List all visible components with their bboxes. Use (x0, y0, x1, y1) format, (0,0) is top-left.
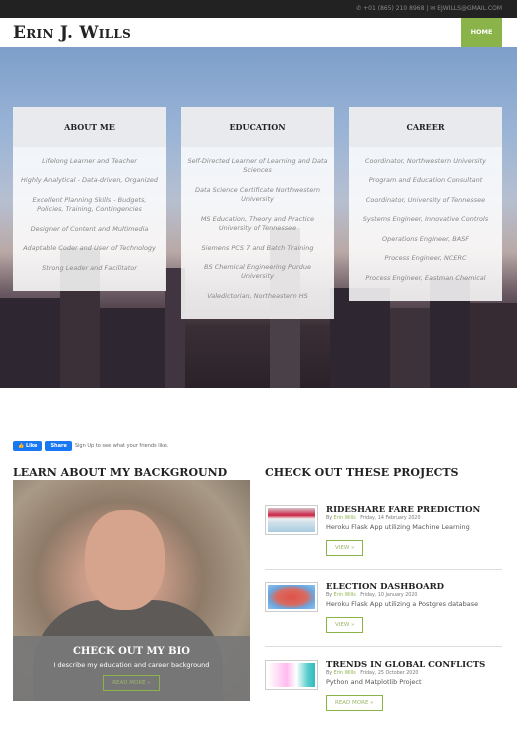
list-item: Program and Education Consultant (368, 176, 483, 185)
list-item: Self-Directed Learner of Learning and Da… (187, 157, 328, 175)
list-item: Operations Engineer, BASF (381, 234, 470, 243)
divider (265, 646, 502, 647)
list-item: Designer of Content and Multimedia (30, 224, 149, 233)
project-title[interactable]: TRENDS IN GLOBAL CONFLICTS (326, 660, 485, 670)
project-item: TRENDS IN GLOBAL CONFLICTS By Erin Wills… (265, 660, 502, 730)
logo[interactable]: Erin J. Wills (13, 23, 131, 43)
fb-share-button[interactable]: Share (45, 441, 72, 451)
list-item: Valedictorian, Northeastern HS (207, 291, 308, 300)
bio-title: CHECK OUT MY BIO (72, 646, 191, 657)
project-thumbnail[interactable] (265, 660, 318, 690)
project-desc: Heroku Flask App utilizing Machine Learn… (326, 523, 470, 531)
top-bar: ✆ +01 (865) 210 8968 | ✉ EJWILLS@GMAIL.C… (0, 0, 517, 18)
list-item: Coordinator, University of Tennessee (365, 195, 486, 204)
project-title[interactable]: RIDESHARE FARE PREDICTION (326, 505, 480, 515)
list-item: Strong Leader and Facilitator (42, 263, 137, 272)
list-item: Adaptable Coder and User of Technology (23, 244, 156, 253)
hero: ABOUT ME Lifelong Learner and Teacher Hig… (0, 47, 517, 388)
card-title: ABOUT ME (13, 107, 166, 147)
project-view-button[interactable]: VIEW » (326, 540, 364, 556)
project-title[interactable]: ELECTION DASHBOARD (326, 582, 444, 592)
list-item: BS Chemical Engineering Purdue Universit… (204, 262, 311, 281)
project-read-more-button[interactable]: READ MORE » (326, 695, 383, 711)
thumbs-up-icon: 👍 (18, 443, 26, 449)
fb-like-button[interactable]: 👍 Like (13, 441, 43, 451)
email-link[interactable]: EJWILLS@GMAIL.COM (437, 5, 502, 12)
list-item: Lifelong Learner and Teacher (42, 157, 137, 165)
list-item: Highly Analytical - Data-driven, Organiz… (21, 176, 158, 185)
fb-signup-text[interactable]: Sign Up to see what your friends like. (75, 443, 169, 449)
project-item: RIDESHARE FARE PREDICTION By Erin Wills … (265, 505, 502, 575)
facebook-widget: 👍 Like Share Sign Up to see what your fr… (13, 441, 168, 451)
bio-card: CHECK OUT MY BIO I describe my education… (13, 480, 250, 701)
bio-overlay: CHECK OUT MY BIO I describe my education… (13, 636, 250, 701)
project-thumbnail[interactable] (265, 505, 318, 535)
bio-read-more-button[interactable]: READ MORE » (103, 675, 160, 691)
project-view-button[interactable]: VIEW » (326, 617, 364, 633)
background-heading: LEARN ABOUT MY BACKGROUND (13, 466, 228, 479)
list-item: Systems Engineer, Innovative Controls (362, 215, 489, 224)
divider (265, 569, 502, 570)
card-title: CAREER (349, 107, 502, 147)
list-item: Process Engineer, Eastman Chemical (365, 273, 486, 282)
project-meta: By Erin Wills Friday, 10 January 2020 (326, 593, 418, 598)
card-title: EDUCATION (181, 107, 334, 147)
bio-text: I describe my education and career backg… (53, 661, 210, 669)
project-meta: By Erin Wills Friday, 14 February 2020 (326, 516, 421, 521)
project-thumbnail[interactable] (265, 582, 318, 612)
list-item: Process Engineer, NCERC (384, 254, 467, 263)
header: Erin J. Wills HOME (0, 18, 517, 47)
list-item: Excellent Planning Skills - Budgets, Pol… (32, 195, 147, 214)
project-desc: Heroku Flask App utilizing a Postgres da… (326, 600, 479, 608)
projects-heading: CHECK OUT THESE PROJECTS (265, 466, 459, 479)
project-desc: Python and Matplotlib Project (326, 678, 422, 686)
card-about-me: ABOUT ME Lifelong Learner and Teacher Hig… (13, 107, 166, 291)
card-career: CAREER Coordinator, Northwestern Univers… (349, 107, 502, 301)
project-meta: By Erin Wills Friday, 25 October 2020 (326, 671, 419, 676)
list-item: Siemens PCS 7 and Batch Training (201, 243, 314, 252)
nav-home[interactable]: HOME (461, 18, 502, 47)
portrait-face (85, 510, 165, 610)
list-item: Data Science Certificate Northwestern Un… (194, 185, 320, 204)
card-education: EDUCATION Self-Directed Learner of Learn… (181, 107, 334, 320)
project-item: ELECTION DASHBOARD By Erin Wills Friday,… (265, 582, 502, 652)
list-item: Coordinator, Northwestern University (364, 157, 486, 165)
phone: +01 (865) 210 8968 (363, 5, 425, 12)
list-item: MS Education, Theory and Practice Univer… (200, 214, 315, 233)
